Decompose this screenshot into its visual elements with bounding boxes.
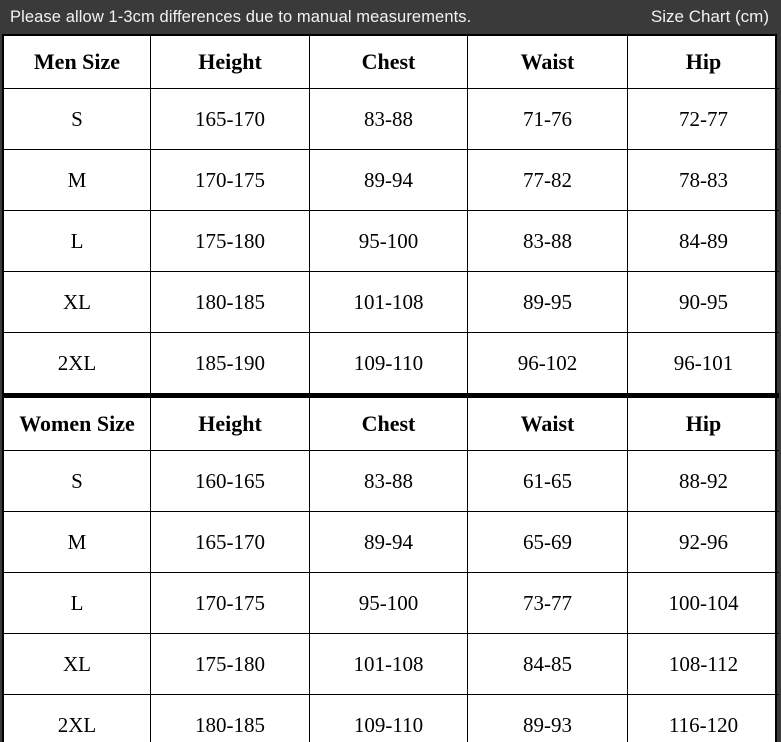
measurement-cell-women-2-1: 170-175 bbox=[150, 572, 310, 634]
column-header-men-0: Men Size bbox=[4, 36, 151, 89]
column-header-women-2: Chest bbox=[309, 393, 468, 451]
measurement-cell-men-0-3: 71-76 bbox=[467, 88, 628, 150]
measurement-cell-women-4-4: 116-120 bbox=[627, 694, 779, 742]
size-label-women-1: M bbox=[4, 511, 151, 573]
table-row: XL 175-180 101-108 84-85 108-112 bbox=[4, 633, 779, 695]
measurement-cell-women-1-1: 165-170 bbox=[150, 511, 310, 573]
table-row: M 170-175 89-94 77-82 78-83 bbox=[4, 149, 779, 211]
table-row: S 165-170 83-88 71-76 72-77 bbox=[4, 88, 779, 150]
measurement-cell-women-3-2: 101-108 bbox=[309, 633, 468, 695]
size-chart-title: Size Chart (cm) bbox=[650, 7, 769, 26]
table-row: 2XL 180-185 109-110 89-93 116-120 bbox=[4, 694, 779, 742]
measurement-cell-men-4-3: 96-102 bbox=[467, 332, 628, 396]
table-row: L 175-180 95-100 83-88 84-89 bbox=[4, 210, 779, 272]
measurement-cell-women-3-3: 84-85 bbox=[467, 633, 628, 695]
measurement-cell-men-0-4: 72-77 bbox=[627, 88, 779, 150]
measurement-cell-men-4-1: 185-190 bbox=[150, 332, 310, 396]
measurement-cell-women-1-4: 92-96 bbox=[627, 511, 779, 573]
table-row: S 160-165 83-88 61-65 88-92 bbox=[4, 450, 779, 512]
measurement-cell-men-1-4: 78-83 bbox=[627, 149, 779, 211]
measurement-cell-men-1-1: 170-175 bbox=[150, 149, 310, 211]
size-label-women-4: 2XL bbox=[4, 694, 151, 742]
measurement-cell-men-1-2: 89-94 bbox=[309, 149, 468, 211]
header-row-men: Men Size Height Chest Waist Hip bbox=[4, 36, 779, 89]
top-banner: Please allow 1-3cm differences due to ma… bbox=[0, 0, 781, 34]
measurement-cell-men-4-4: 96-101 bbox=[627, 332, 779, 396]
measurement-cell-women-2-4: 100-104 bbox=[627, 572, 779, 634]
measurement-cell-women-4-3: 89-93 bbox=[467, 694, 628, 742]
column-header-men-4: Hip bbox=[627, 36, 779, 89]
header-row-women: Women Size Height Chest Waist Hip bbox=[4, 393, 779, 451]
size-label-men-0: S bbox=[4, 88, 151, 150]
size-label-women-0: S bbox=[4, 450, 151, 512]
measurement-cell-women-0-2: 83-88 bbox=[309, 450, 468, 512]
column-header-women-0: Women Size bbox=[4, 393, 151, 451]
measurement-cell-women-3-4: 108-112 bbox=[627, 633, 779, 695]
size-label-men-4: 2XL bbox=[4, 332, 151, 396]
column-header-men-2: Chest bbox=[309, 36, 468, 89]
measurement-cell-women-0-4: 88-92 bbox=[627, 450, 779, 512]
measurement-cell-women-0-1: 160-165 bbox=[150, 450, 310, 512]
measurement-cell-women-2-3: 73-77 bbox=[467, 572, 628, 634]
column-header-women-3: Waist bbox=[467, 393, 628, 451]
measurement-cell-men-4-2: 109-110 bbox=[309, 332, 468, 396]
column-header-men-3: Waist bbox=[467, 36, 628, 89]
measurement-disclaimer: Please allow 1-3cm differences due to ma… bbox=[10, 7, 472, 26]
measurement-cell-men-2-3: 83-88 bbox=[467, 210, 628, 272]
measurement-cell-men-3-3: 89-95 bbox=[467, 271, 628, 333]
measurement-cell-men-3-1: 180-185 bbox=[150, 271, 310, 333]
measurement-cell-women-4-2: 109-110 bbox=[309, 694, 468, 742]
measurement-cell-women-4-1: 180-185 bbox=[150, 694, 310, 742]
measurement-cell-men-2-2: 95-100 bbox=[309, 210, 468, 272]
size-label-men-3: XL bbox=[4, 271, 151, 333]
measurement-cell-women-1-2: 89-94 bbox=[309, 511, 468, 573]
size-chart-table: Men Size Height Chest Waist Hip S 165-170 83-88… bbox=[4, 36, 779, 742]
size-label-men-1: M bbox=[4, 149, 151, 211]
column-header-women-1: Height bbox=[150, 393, 310, 451]
measurement-cell-women-3-1: 175-180 bbox=[150, 633, 310, 695]
size-label-women-2: L bbox=[4, 572, 151, 634]
table-row: XL 180-185 101-108 89-95 90-95 bbox=[4, 271, 779, 333]
measurement-cell-men-1-3: 77-82 bbox=[467, 149, 628, 211]
table-row: 2XL 185-190 109-110 96-102 96-101 bbox=[4, 332, 779, 396]
measurement-cell-women-1-3: 65-69 bbox=[467, 511, 628, 573]
table-row: L 170-175 95-100 73-77 100-104 bbox=[4, 572, 779, 634]
measurement-cell-men-0-1: 165-170 bbox=[150, 88, 310, 150]
measurement-cell-men-2-4: 84-89 bbox=[627, 210, 779, 272]
size-chart-table-container: Men Size Height Chest Waist Hip S 165-170 83-88… bbox=[2, 34, 779, 742]
measurement-cell-women-2-2: 95-100 bbox=[309, 572, 468, 634]
column-header-men-1: Height bbox=[150, 36, 310, 89]
size-label-men-2: L bbox=[4, 210, 151, 272]
measurement-cell-men-3-2: 101-108 bbox=[309, 271, 468, 333]
size-chart-page: Please allow 1-3cm differences due to ma… bbox=[0, 0, 781, 742]
measurement-cell-men-3-4: 90-95 bbox=[627, 271, 779, 333]
measurement-cell-women-0-3: 61-65 bbox=[467, 450, 628, 512]
size-label-women-3: XL bbox=[4, 633, 151, 695]
size-chart-table-body: Men Size Height Chest Waist Hip S 165-170 83-88… bbox=[4, 36, 779, 742]
measurement-cell-men-2-1: 175-180 bbox=[150, 210, 310, 272]
table-row: M 165-170 89-94 65-69 92-96 bbox=[4, 511, 779, 573]
column-header-women-4: Hip bbox=[627, 393, 779, 451]
measurement-cell-men-0-2: 83-88 bbox=[309, 88, 468, 150]
